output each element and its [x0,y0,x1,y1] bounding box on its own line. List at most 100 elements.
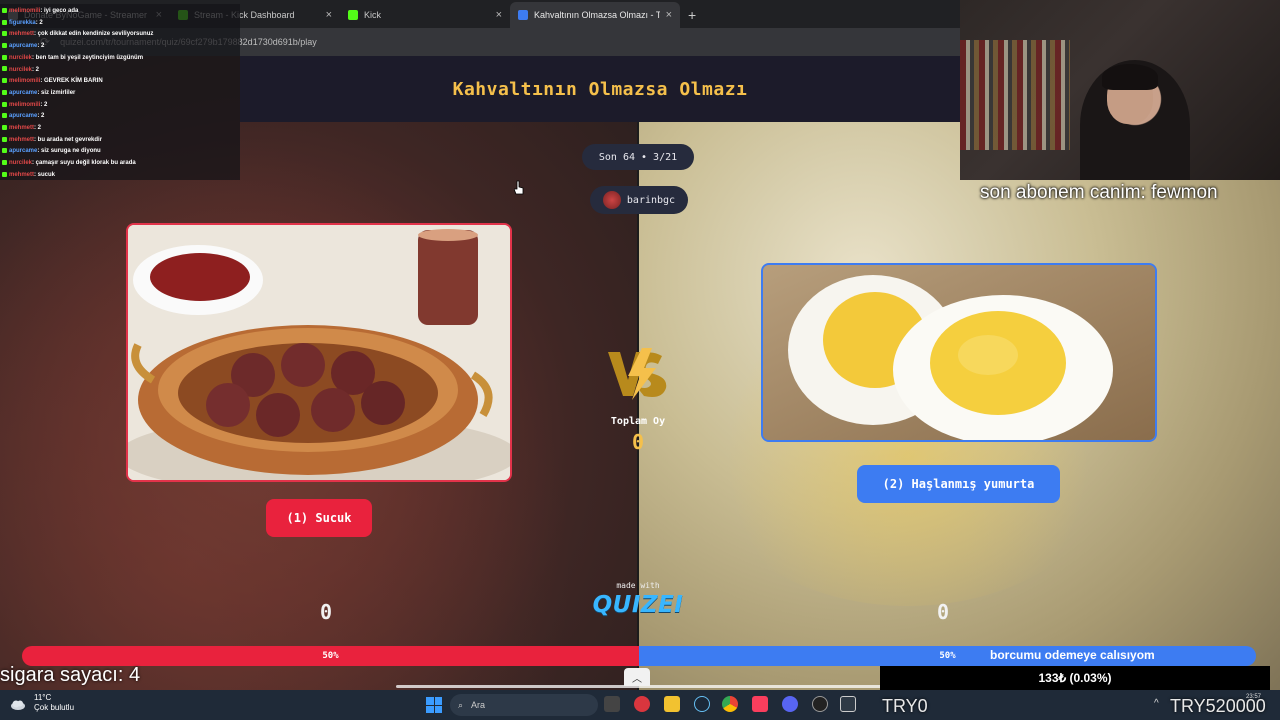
chat-username: apurcame [9,148,38,155]
currency-counter-left: TRY0 [882,696,928,716]
tab-favicon-icon [348,10,358,20]
chat-text: : 2 [40,101,48,108]
chat-username: mehmett [9,171,35,178]
last-subscriber-text: son abonem canim: fewmon [980,182,1218,203]
chrome-icon[interactable] [722,696,738,712]
tab-title: Kahvaltının Olmazsa Olmazı - Tu [534,10,660,20]
taskbar-clock[interactable]: 23:57 [1246,694,1261,700]
chat-badge-icon [2,148,7,154]
chat-badge-icon [2,160,7,166]
chat-message: nurcilek: ben tam bi yeşil zeytinciyim ü… [2,53,238,65]
chat-badge-icon [2,31,7,37]
streamer-hair [1102,64,1158,90]
screen: Donate ByNoGame - Streamer×Stream - Kick… [0,0,1280,720]
chat-message: mehmett: çok dikkat edin kendinize sevil… [2,29,238,41]
chat-badge-icon [2,7,7,13]
user-badge: barinbgc [590,186,688,214]
chat-message: apurcame: siz izmirliler [2,88,238,100]
quiz-title: Kahvaltının Olmazsa Olmazı [452,78,748,100]
chat-text: : çamaşır suyu değil klorak bu arada [32,160,136,167]
taskbar-search[interactable]: ⌕ Ara [450,694,598,716]
chat-username: apurcame [9,43,38,50]
scroll-up-button[interactable]: ︿ [624,668,650,686]
chat-text: : iyi geco ada [40,8,79,14]
chat-username: mehmett [9,31,35,38]
user-name: barinbgc [626,194,676,206]
right-vote-count: 0 [937,600,950,624]
chat-badge-icon [2,78,7,84]
quizei-logo[interactable]: QUIZEI [592,592,684,618]
tab-title: Kick [364,10,382,20]
task-view-icon[interactable] [604,696,620,712]
cloud-icon [11,700,25,710]
option-left-button[interactable]: (1) Sucuk [266,499,372,537]
chat-text: : siz izmirliler [37,89,76,96]
vs-icon [608,348,667,400]
right-vote-bar: 50% [639,646,1256,666]
chat-message: melimomili: 2 [2,100,238,112]
obs-icon[interactable] [812,696,828,712]
chat-text: : 2 [35,19,43,26]
chat-badge-icon [2,124,7,130]
chat-badge-icon [2,19,7,25]
chat-text: : GEVREK KİM BARIN [40,78,103,85]
chat-text: : 2 [37,43,45,50]
option-right-card[interactable] [761,263,1157,442]
chat-message: apurcame: 2 [2,111,238,123]
chat-username: mehmett [9,136,35,143]
chat-text: : bu arada net gevrekdir [34,136,103,143]
app-icon[interactable] [840,696,856,712]
round-indicator: Son 64 • 3/21 [582,144,694,170]
discord-icon[interactable] [782,696,798,712]
chat-badge-icon [2,171,7,177]
chat-badge-icon [2,43,7,49]
boiled-egg-image [763,265,1155,440]
total-votes-label: Toplam Oy [610,416,666,427]
close-icon[interactable]: × [666,9,672,21]
chat-message: mehmett: sucuk [2,170,238,182]
chat-text: : çok dikkat edin kendinize seviliyorsun… [34,31,154,38]
bookshelf [960,40,1070,150]
option-right-button[interactable]: (2) Haşlanmış yumurta [857,465,1060,503]
browser-tab[interactable]: Kahvaltının Olmazsa Olmazı - Tu × [510,2,680,28]
new-tab-button[interactable]: + [680,2,704,28]
browser-tab[interactable]: Kick × [340,2,510,28]
chat-username: nurcilek [9,54,33,61]
left-vote-percent: 50% [322,651,339,661]
chat-username: melimomili [9,78,41,85]
chat-badge-icon [2,54,7,60]
user-avatar [602,191,621,209]
chat-message: melimomili: GEVREK KİM BARIN [2,76,238,88]
weather-temperature: 11°C [34,693,52,702]
music-icon[interactable] [752,696,768,712]
chat-message: mehmett: bu arada net gevrekdir [2,135,238,147]
made-with-label: made with [616,581,660,590]
chat-text: : 2 [32,66,40,73]
close-icon[interactable]: × [496,9,502,21]
chat-message: apurcame: 2 [2,41,238,53]
app-icon[interactable] [634,696,650,712]
file-explorer-icon[interactable] [664,696,680,712]
weather-condition: Çok bulutlu [34,703,75,712]
chevron-up-icon[interactable]: ^ [1154,698,1159,709]
smoke-counter-text: sigara sayacı: 4 [0,664,141,686]
left-vote-count: 0 [320,600,333,624]
chat-username: nurcilek [9,66,33,73]
chat-message: apurcame: siz suruga ne diyonu [2,146,238,158]
close-icon[interactable]: × [326,9,332,21]
hand-cursor-icon [514,180,524,195]
chat-message: melimomili: iyi geco ada [2,6,238,18]
chat-username: apurcame [9,89,38,96]
option-left-card[interactable] [126,223,512,482]
chat-message: nurcilek: çamaşır suyu değil klorak bu a… [2,158,238,170]
chat-message: nurcilek: 2 [2,65,238,77]
search-icon: ⌕ [458,699,464,710]
chat-username: melimomili [9,101,41,108]
steam-icon[interactable] [694,696,710,712]
chat-message: mehmett: 2 [2,123,238,135]
chat-username: melimomili [9,8,41,14]
chat-username: apurcame [9,113,38,120]
weather-widget[interactable]: 11°C Çok bulutlu [34,693,74,713]
start-icon[interactable] [426,697,442,713]
left-vote-bar: 50% [22,646,639,666]
